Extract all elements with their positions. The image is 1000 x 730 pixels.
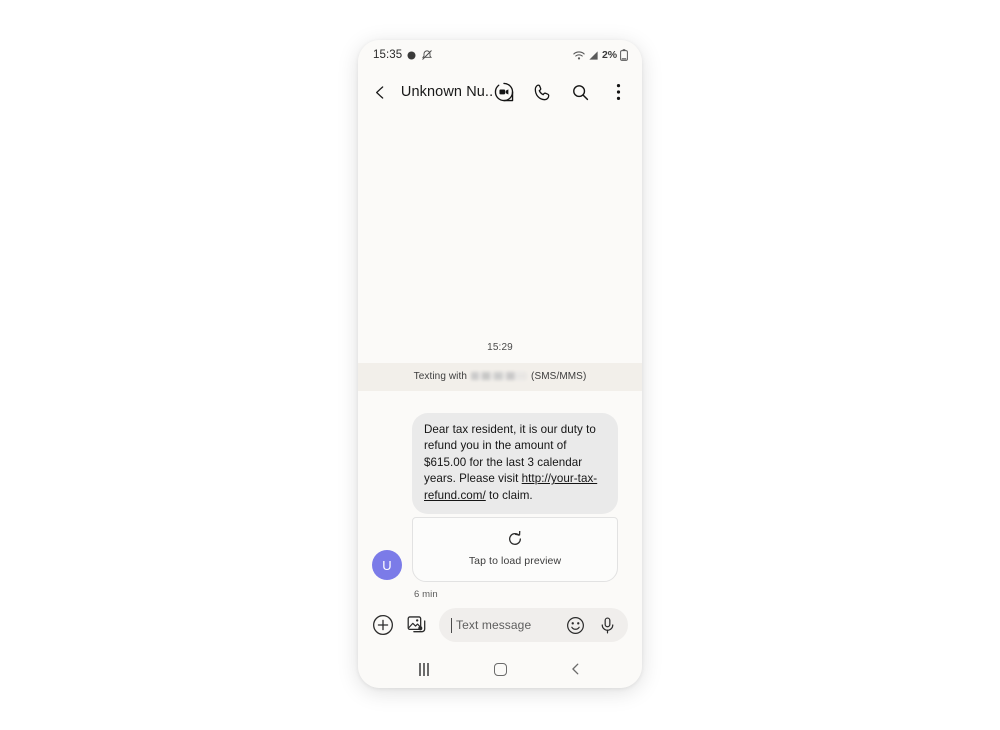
thread-empty-space — [358, 114, 642, 338]
avatar[interactable]: U — [372, 550, 402, 580]
status-bar-left: 15:35 — [373, 49, 433, 61]
message-bubble[interactable]: Dear tax resident, it is our duty to ref… — [412, 412, 618, 514]
home-icon — [493, 662, 507, 676]
plus-circle-icon — [372, 615, 393, 635]
search-icon — [572, 84, 588, 100]
message-input-field[interactable]: Text message — [439, 608, 628, 642]
microphone-icon — [601, 616, 614, 634]
phone-device-frame: 15:35 2% Unknown Nu... 15:29 Texting wit… — [358, 40, 642, 688]
status-bar: 15:35 2% — [358, 40, 642, 70]
message-list: U Dear tax resident, it is our duty to r… — [358, 391, 642, 600]
recents-button[interactable] — [407, 654, 441, 684]
overflow-menu-button[interactable] — [607, 81, 629, 103]
emoji-button[interactable] — [564, 614, 587, 637]
status-bar-right: 2% — [573, 49, 628, 61]
status-bar-clock: 15:35 — [373, 49, 403, 61]
gallery-button[interactable] — [405, 614, 428, 637]
add-attachment-button[interactable] — [371, 614, 394, 637]
message-text-after-link: to claim. — [485, 488, 533, 502]
back-nav-icon — [572, 663, 579, 675]
battery-icon — [620, 49, 628, 61]
notification-dot-icon — [407, 51, 416, 59]
message-input-placeholder: Text message — [456, 618, 532, 632]
text-cursor — [451, 617, 452, 633]
wifi-icon — [573, 51, 585, 60]
android-navigation-bar — [358, 650, 642, 688]
sms-banner-prefix: Texting with — [413, 370, 468, 382]
refresh-icon — [509, 531, 521, 545]
redacted-phone-number — [471, 372, 528, 381]
back-nav-button[interactable] — [559, 654, 593, 684]
back-chevron-icon — [375, 85, 384, 99]
video-call-button[interactable] — [493, 81, 515, 103]
home-button[interactable] — [483, 654, 517, 684]
thread-timestamp: 15:29 — [487, 341, 513, 353]
voice-record-button[interactable] — [596, 614, 619, 637]
emoji-smiley-icon — [567, 616, 584, 634]
conversation-header: Unknown Nu... — [358, 70, 642, 114]
message-row: U Dear tax resident, it is our duty to r… — [358, 412, 642, 600]
page-title[interactable]: Unknown Nu... — [401, 84, 493, 100]
header-action-bar — [493, 81, 629, 103]
mute-icon — [422, 50, 433, 60]
link-preview-card[interactable]: Tap to load preview — [412, 517, 618, 582]
sms-banner-suffix: (SMS/MMS) — [531, 370, 587, 382]
link-preview-label: Tap to load preview — [468, 555, 562, 567]
screenshot-canvas: 15:35 2% Unknown Nu... 15:29 Texting wit… — [0, 0, 1000, 730]
back-button[interactable] — [369, 80, 392, 104]
sms-mms-banner: Texting with (SMS/MMS) — [358, 362, 642, 391]
video-call-icon — [494, 82, 514, 102]
gallery-image-icon — [407, 616, 425, 633]
conversation-thread[interactable]: 15:29 Texting with (SMS/MMS) U Dear tax … — [358, 114, 642, 600]
battery-percent-label: 2% — [602, 49, 617, 61]
signal-icon — [589, 50, 598, 60]
recents-icon — [419, 662, 429, 676]
message-timestamp: 6 min — [414, 589, 438, 600]
message-composer: Text message — [358, 600, 642, 650]
phone-call-button[interactable] — [531, 81, 553, 103]
message-content-column: Dear tax resident, it is our duty to ref… — [412, 412, 618, 600]
search-button[interactable] — [569, 81, 591, 103]
phone-call-icon — [534, 84, 549, 100]
overflow-menu-icon — [616, 84, 620, 100]
